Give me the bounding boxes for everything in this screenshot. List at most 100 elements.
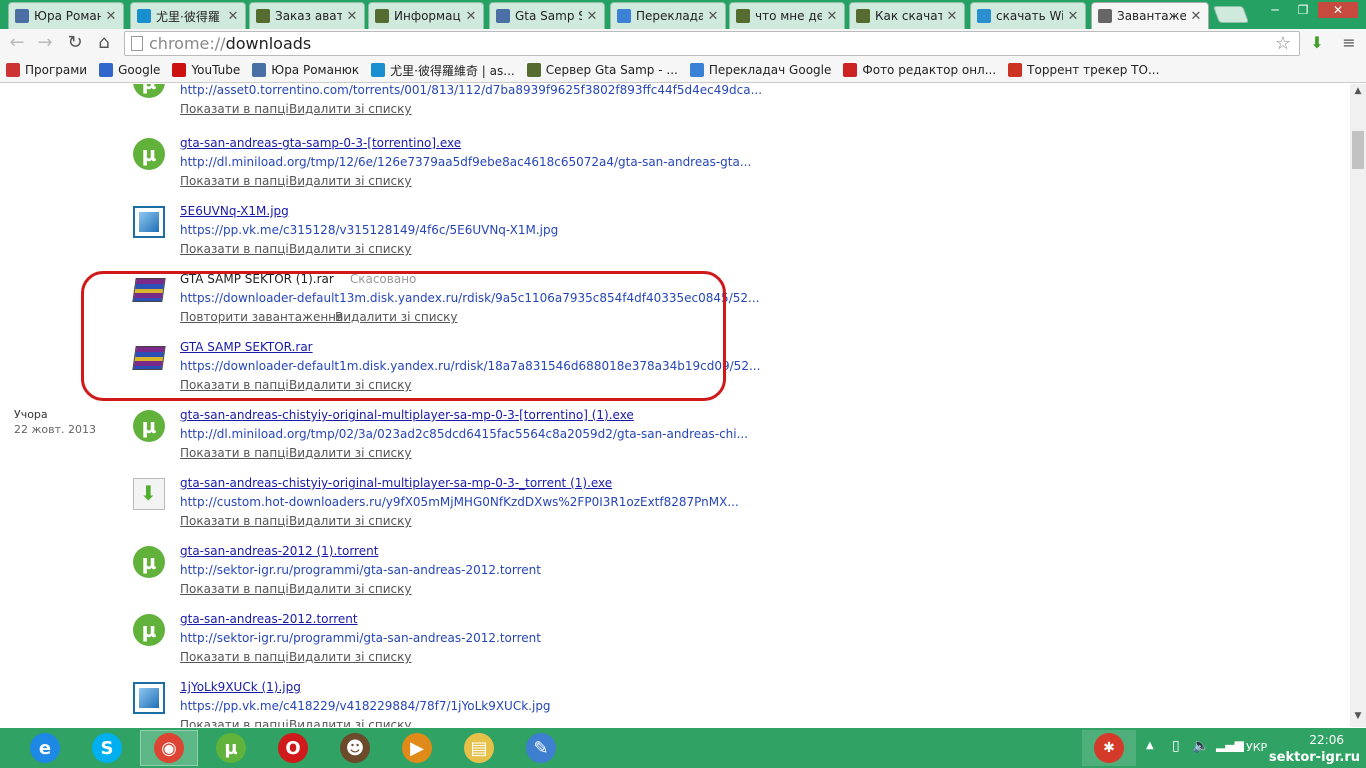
file-name-link[interactable]: gta-san-andreas-gta-samp-0-3-[torrentino…	[180, 136, 461, 150]
tab-9[interactable]: скачать Win ✕	[970, 2, 1086, 29]
notification-app-icon[interactable]: ✱	[1082, 730, 1136, 766]
file-name: 5E6UVNq-X1M.jpg	[180, 204, 289, 218]
tab-5[interactable]: Gta Samp Se ✕	[489, 2, 605, 29]
show-in-folder-link[interactable]: Показати в папці	[180, 102, 289, 116]
scroll-up-arrow[interactable]: ▲	[1350, 86, 1366, 100]
bookmark-item[interactable]: Програми	[6, 63, 87, 77]
tab-3[interactable]: Заказ аватар ✕	[249, 2, 365, 29]
source-url-link[interactable]: http://asset0.torrentino.com/torrents/00…	[180, 84, 762, 97]
battery-icon[interactable]: ▯	[1172, 738, 1180, 754]
remove-from-list-link[interactable]: Видалити зі списку	[289, 174, 411, 188]
maximize-button[interactable]: ❐	[1290, 2, 1316, 18]
bookmark-item[interactable]: 尤里·彼得羅維奇 | as...	[371, 62, 515, 79]
network-icon[interactable]: ▂▄▆	[1216, 738, 1244, 752]
reload-button[interactable]: ↻	[64, 32, 86, 54]
language-indicator[interactable]: УКР	[1246, 741, 1267, 754]
source-url-link[interactable]: https://pp.vk.me/c418229/v418229884/78f7…	[180, 699, 551, 713]
show-in-folder-link[interactable]: Показати в папці	[180, 514, 289, 528]
vertical-scrollbar[interactable]: ▲ ▼	[1350, 84, 1366, 727]
tab-8[interactable]: Как скачать ✕	[849, 2, 965, 29]
bookmark-item[interactable]: YouTube	[172, 63, 240, 77]
show-in-folder-link[interactable]: Показати в папці	[180, 650, 289, 664]
source-url-link[interactable]: http://dl.miniload.org/tmp/02/3a/023ad2c…	[180, 427, 748, 441]
bookmark-item[interactable]: Фото редактор онл...	[843, 63, 996, 77]
download-item: µ gta-san-andreas-2012.torrent http://sekt…	[0, 612, 1350, 682]
show-in-folder-link[interactable]: Показати в папці	[180, 582, 289, 596]
new-tab-button[interactable]	[1212, 6, 1250, 23]
file-name: gta-san-andreas-chistyiy-original-multip…	[180, 476, 613, 490]
source-url-link[interactable]: http://sektor-igr.ru/programmi/gta-san-a…	[180, 563, 541, 577]
menu-icon[interactable]: ≡	[1338, 32, 1360, 54]
bookmark-item[interactable]: Google	[99, 63, 160, 77]
remove-from-list-link[interactable]: Видалити зі списку	[289, 102, 411, 116]
close-window-button[interactable]: ✕	[1318, 2, 1358, 18]
youtube-icon	[172, 63, 187, 77]
taskbar-button[interactable]: ▤	[450, 730, 508, 766]
tab-close-icon[interactable]: ✕	[1190, 9, 1202, 24]
scroll-down-arrow[interactable]: ▼	[1350, 711, 1366, 725]
bookmark-item[interactable]: Торрент трекер ТО...	[1008, 63, 1159, 77]
source-url-link[interactable]: http://custom.hot-downloaders.ru/y9fX05m…	[180, 495, 739, 509]
taskbar-button[interactable]: ◉	[140, 730, 198, 766]
tab-close-icon[interactable]: ✕	[1067, 9, 1079, 24]
volume-icon[interactable]: 🔈	[1192, 738, 1209, 754]
bookmark-label: Google	[118, 63, 161, 77]
file-name-link[interactable]: gta-san-andreas-chistyiy-original-multip…	[180, 408, 634, 422]
tab-2[interactable]: 尤里·彼得羅 ✕	[130, 2, 246, 29]
show-in-folder-link[interactable]: Показати в папці	[180, 446, 289, 460]
file-name-link[interactable]: 5E6UVNq-X1M.jpg	[180, 204, 289, 218]
taskbar-button[interactable]: S	[78, 730, 136, 766]
tab-4[interactable]: Информаци ✕	[368, 2, 484, 29]
forward-button[interactable]: →	[34, 32, 56, 54]
scroll-thumb[interactable]	[1352, 131, 1364, 169]
clock[interactable]: 22:06	[1309, 733, 1344, 747]
remove-from-list-link[interactable]: Видалити зі списку	[289, 718, 411, 727]
tab-close-icon[interactable]: ✕	[346, 9, 358, 24]
taskbar-button[interactable]: ▶	[388, 730, 446, 766]
taskbar-button[interactable]: e	[16, 730, 74, 766]
file-name-link[interactable]: gta-san-andreas-2012.torrent	[180, 612, 358, 626]
file-name-link[interactable]: gta-san-andreas-chistyiy-original-multip…	[180, 476, 612, 490]
address-bar[interactable]: chrome://downloads ☆	[124, 31, 1300, 56]
tab-close-icon[interactable]: ✕	[105, 9, 117, 24]
remove-from-list-link[interactable]: Видалити зі списку	[289, 514, 411, 528]
back-button[interactable]: ←	[6, 32, 28, 54]
tab-close-icon[interactable]: ✕	[826, 9, 838, 24]
tray-expand-icon[interactable]: ▲	[1146, 740, 1154, 751]
taskbar-button[interactable]: O	[264, 730, 322, 766]
remove-from-list-link[interactable]: Видалити зі списку	[289, 650, 411, 664]
source-url-link[interactable]: http://dl.miniload.org/tmp/12/6e/126e737…	[180, 155, 751, 169]
tab-close-icon[interactable]: ✕	[227, 9, 239, 24]
remove-from-list-link[interactable]: Видалити зі списку	[289, 582, 411, 596]
remove-from-list-link[interactable]: Видалити зі списку	[289, 446, 411, 460]
tab-favicon-icon	[137, 9, 151, 23]
tab-close-icon[interactable]: ✕	[586, 9, 598, 24]
show-in-folder-link[interactable]: Показати в папці	[180, 718, 289, 727]
show-in-folder-link[interactable]: Показати в папці	[180, 242, 289, 256]
tab-10[interactable]: Завантажен ✕	[1091, 2, 1209, 29]
source-url-link[interactable]: http://sektor-igr.ru/programmi/gta-san-a…	[180, 631, 541, 645]
media-player-icon: ▶	[402, 733, 432, 763]
tab-close-icon[interactable]: ✕	[465, 9, 477, 24]
tab-7[interactable]: что мне дел ✕	[729, 2, 845, 29]
bookmark-star-icon[interactable]: ☆	[1275, 32, 1291, 55]
file-name-link[interactable]: 1jYoLk9XUCk (1).jpg	[180, 680, 301, 694]
tab-1[interactable]: Юра Роман ✕	[8, 2, 124, 29]
taskbar-button[interactable]: ☻	[326, 730, 384, 766]
show-in-folder-link[interactable]: Показати в папці	[180, 174, 289, 188]
file-name-link[interactable]: gta-san-andreas-2012 (1).torrent	[180, 544, 378, 558]
home-button[interactable]: ⌂	[93, 32, 115, 54]
source-url-link[interactable]: https://pp.vk.me/c315128/v315128149/4f6c…	[180, 223, 558, 237]
tab-close-icon[interactable]: ✕	[946, 9, 958, 24]
tab-close-icon[interactable]: ✕	[707, 9, 719, 24]
taskbar-button[interactable]: µ	[202, 730, 260, 766]
extension-download-icon[interactable]: ⬇	[1306, 32, 1328, 54]
bookmark-item[interactable]: Юра Романюк	[252, 63, 359, 77]
tab-6[interactable]: Переклада ✕	[610, 2, 726, 29]
bookmark-label: 尤里·彼得羅維奇 | as...	[390, 63, 515, 78]
remove-from-list-link[interactable]: Видалити зі списку	[289, 242, 411, 256]
bookmark-item[interactable]: Перекладач Google	[689, 63, 831, 77]
taskbar-button[interactable]: ✎	[512, 730, 570, 766]
minimize-button[interactable]: ─	[1262, 2, 1288, 18]
bookmark-item[interactable]: Сервер Gta Samp - ...	[526, 63, 678, 77]
